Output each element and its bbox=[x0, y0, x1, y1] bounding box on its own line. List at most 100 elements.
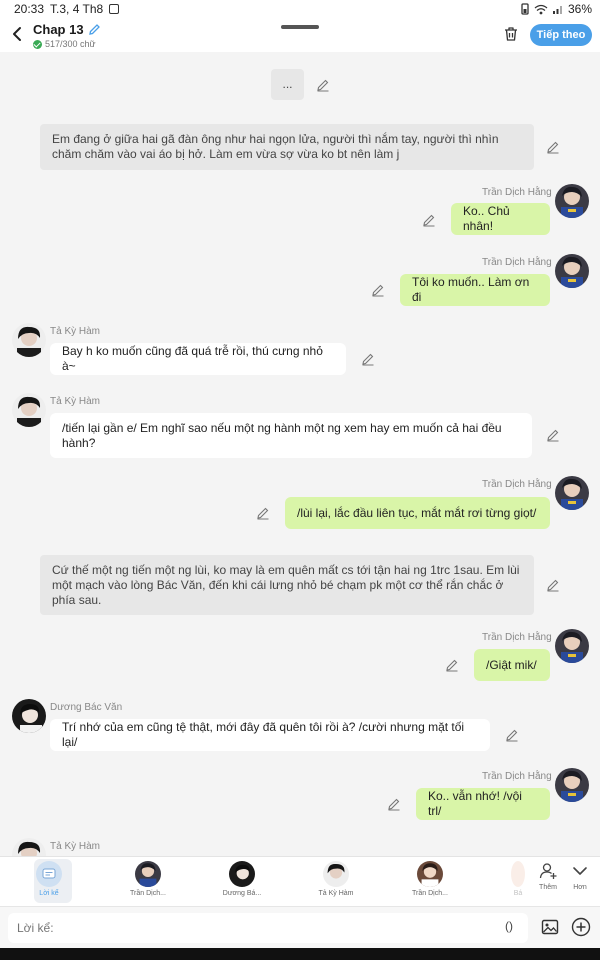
character-tran-dich-hang-2[interactable]: Trần Dịch... bbox=[408, 861, 452, 897]
edit-pencil-icon[interactable] bbox=[546, 140, 560, 154]
edit-pencil-icon[interactable] bbox=[445, 658, 459, 672]
message-text: /tiến lại gần e/ Em nghĩ sao nếu một ng … bbox=[62, 420, 502, 450]
message-text: Bay h ko muốn cũng đã quá trễ rồi, thú c… bbox=[62, 344, 323, 373]
sender-name: Trần Dịch Hằng bbox=[482, 632, 552, 643]
character-name: Trần Dịch... bbox=[130, 890, 166, 897]
character-duong-bac-van[interactable]: Dương Bá... bbox=[220, 861, 264, 897]
message-bubble[interactable]: Ko.. Chủ nhân! bbox=[451, 203, 550, 235]
message-text: Trí nhớ của em cũng tệ thật, mới đây đã … bbox=[62, 720, 465, 749]
character-avatar bbox=[323, 861, 349, 887]
chapter-header: Chap 13 517/300 chữ Tiếp theo bbox=[0, 18, 600, 52]
narration-bubble[interactable]: ... bbox=[271, 69, 304, 100]
edit-pencil-icon[interactable] bbox=[387, 797, 401, 811]
action-paren-button[interactable]: () bbox=[505, 919, 513, 933]
edit-pencil-icon[interactable] bbox=[316, 78, 330, 92]
chapter-title-text: Chap 13 bbox=[33, 22, 84, 37]
add-character-button[interactable]: Thêm bbox=[538, 861, 558, 891]
character-partial[interactable]: Bá bbox=[508, 861, 528, 897]
system-nav-bar bbox=[0, 948, 600, 960]
message-bubble[interactable]: Tôi ko muốn.. Làm ơn đi bbox=[400, 274, 550, 306]
more-button[interactable]: Hơn bbox=[570, 861, 590, 891]
avatar-ta-ky-ham[interactable] bbox=[12, 393, 46, 427]
status-time: 20:33 bbox=[14, 2, 45, 16]
add-person-icon bbox=[539, 863, 557, 879]
message-bubble[interactable]: Ko.. vẫn nhớ! /vội trl/ bbox=[416, 788, 550, 820]
character-avatar bbox=[417, 861, 443, 887]
message-text: Ko.. vẫn nhớ! /vội trl/ bbox=[428, 789, 522, 818]
message-text: Tôi ko muốn.. Làm ơn đi bbox=[412, 275, 530, 304]
edit-pencil-icon[interactable] bbox=[505, 728, 519, 742]
edit-title-pencil-icon[interactable] bbox=[88, 23, 101, 36]
character-name: Tả Kỳ Hàm bbox=[318, 890, 354, 897]
narration-bubble[interactable]: Em đang ở giữa hai gã đàn ông như hai ng… bbox=[40, 124, 534, 170]
character-name: Dương Bá... bbox=[222, 890, 262, 897]
character-ta-ky-ham[interactable]: Tả Kỳ Hàm bbox=[314, 861, 358, 897]
edit-pencil-icon[interactable] bbox=[361, 352, 375, 366]
sender-name: Trần Dịch Hằng bbox=[482, 187, 552, 198]
image-icon[interactable] bbox=[541, 918, 559, 936]
character-name: Lời kể bbox=[39, 890, 59, 897]
signal-icon bbox=[552, 5, 562, 14]
message-text: /Giật mik/ bbox=[486, 657, 537, 672]
edit-pencil-icon[interactable] bbox=[546, 428, 560, 442]
chevron-down-icon bbox=[573, 867, 587, 875]
narration-text: ... bbox=[282, 77, 293, 91]
word-count-text: 517/300 chữ bbox=[45, 39, 96, 49]
gallery-notification-icon bbox=[109, 4, 120, 14]
add-circle-icon[interactable] bbox=[571, 917, 591, 937]
battery-saver-icon bbox=[521, 3, 529, 15]
add-label: Thêm bbox=[539, 884, 557, 891]
avatar-tran-dich-hang[interactable] bbox=[555, 184, 589, 218]
composer-bar: () bbox=[0, 906, 600, 948]
character-avatar bbox=[229, 861, 255, 887]
back-arrow-icon[interactable] bbox=[8, 24, 28, 44]
narration-bubble[interactable]: Cứ thế một ng tiến một ng lùi, ko may là… bbox=[40, 555, 534, 615]
edit-pencil-icon[interactable] bbox=[256, 506, 270, 520]
next-button[interactable]: Tiếp theo bbox=[530, 24, 592, 46]
message-text: /lùi lại, lắc đầu liên tục, mắt mắt rơi … bbox=[297, 505, 537, 520]
avatar-duong-bac-van[interactable] bbox=[12, 699, 46, 733]
avatar-tran-dich-hang[interactable] bbox=[555, 629, 589, 663]
edit-pencil-icon[interactable] bbox=[546, 578, 560, 592]
sender-name: Trần Dịch Hằng bbox=[482, 257, 552, 268]
message-input[interactable] bbox=[8, 913, 528, 943]
character-name: Bá bbox=[513, 890, 523, 897]
narrator-icon bbox=[36, 861, 62, 887]
message-bubble[interactable]: Bay h ko muốn cũng đã quá trễ rồi, thú c… bbox=[50, 343, 346, 375]
drag-handle[interactable] bbox=[281, 25, 319, 29]
character-tran-dich-hang[interactable]: Trần Dịch... bbox=[126, 861, 170, 897]
message-bubble[interactable]: /tiến lại gần e/ Em nghĩ sao nếu một ng … bbox=[50, 413, 532, 458]
sender-name: Tả Kỳ Hàm bbox=[50, 841, 101, 852]
trash-icon[interactable] bbox=[503, 26, 519, 42]
narration-text: Em đang ở giữa hai gã đàn ông như hai ng… bbox=[52, 132, 499, 161]
avatar-tran-dich-hang[interactable] bbox=[555, 768, 589, 802]
check-circle-icon bbox=[33, 39, 42, 49]
wifi-icon bbox=[534, 4, 548, 14]
narration-text: Cứ thế một ng tiến một ng lùi, ko may là… bbox=[52, 562, 520, 607]
chat-area[interactable]: ... Em đang ở giữa hai gã đàn ông như ha… bbox=[0, 52, 600, 856]
sender-name: Dương Bác Văn bbox=[50, 702, 123, 713]
character-name: Trần Dịch... bbox=[412, 890, 448, 897]
status-date: T.3, 4 Th8 bbox=[50, 2, 104, 16]
avatar-ta-ky-ham[interactable] bbox=[12, 323, 46, 357]
more-label: Hơn bbox=[573, 884, 587, 891]
sender-name: Tả Kỳ Hàm bbox=[50, 326, 101, 337]
status-bar: 20:33 T.3, 4 Th8 36% bbox=[0, 0, 600, 18]
word-count: 517/300 chữ bbox=[33, 39, 96, 49]
character-selector: Lời kể Trần Dịch... Dương Bá... Tả Kỳ Hà… bbox=[0, 856, 600, 906]
sender-name: Trần Dịch Hằng bbox=[482, 479, 552, 490]
avatar-tran-dich-hang[interactable] bbox=[555, 476, 589, 510]
character-avatar bbox=[511, 861, 525, 887]
message-bubble[interactable]: Trí nhớ của em cũng tệ thật, mới đây đã … bbox=[50, 719, 490, 751]
edit-pencil-icon[interactable] bbox=[371, 283, 385, 297]
edit-pencil-icon[interactable] bbox=[422, 213, 436, 227]
message-bubble[interactable]: /lùi lại, lắc đầu liên tục, mắt mắt rơi … bbox=[285, 497, 550, 529]
avatar-ta-ky-ham[interactable] bbox=[12, 838, 46, 856]
chapter-title[interactable]: Chap 13 bbox=[33, 22, 101, 37]
battery-percent: 36% bbox=[567, 2, 592, 16]
message-text: Ko.. Chủ nhân! bbox=[463, 204, 510, 233]
message-bubble[interactable]: /Giật mik/ bbox=[474, 649, 550, 681]
character-narrator[interactable]: Lời kể bbox=[36, 861, 62, 897]
sender-name: Tả Kỳ Hàm bbox=[50, 396, 101, 407]
avatar-tran-dich-hang[interactable] bbox=[555, 254, 589, 288]
